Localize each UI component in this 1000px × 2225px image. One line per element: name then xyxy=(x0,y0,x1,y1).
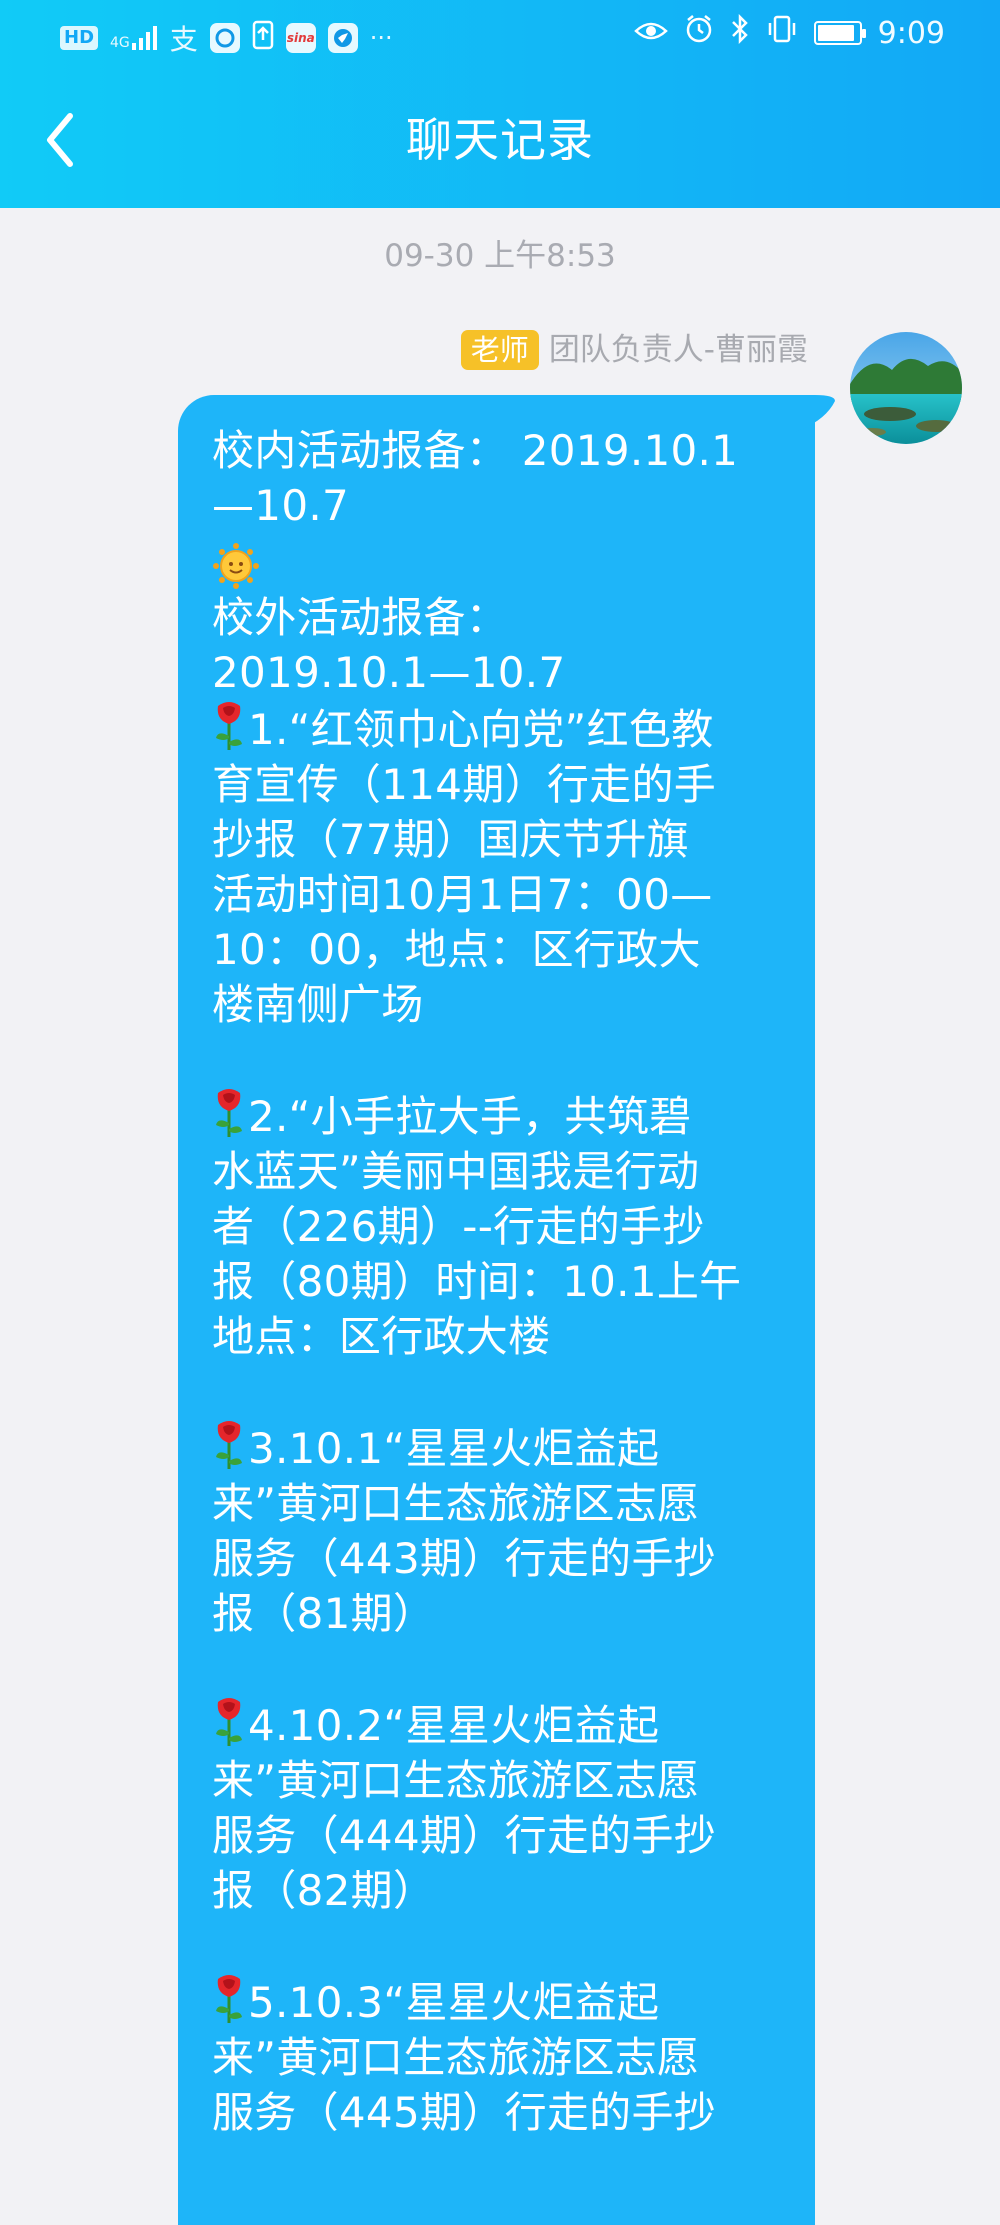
status-left-icons: HD 4G 支 sina ··· xyxy=(60,18,393,58)
message-line: 服务（445期）行走的手抄 xyxy=(212,2087,717,2137)
avatar-image xyxy=(850,332,962,444)
vibrate-icon xyxy=(766,14,798,52)
message-line: 报（81期） xyxy=(212,1588,436,1638)
message-line: 2.“小手拉大手，共筑碧 xyxy=(212,1087,787,1144)
upload-icon xyxy=(252,20,274,56)
message-timestamp: 09-30 上午8:53 xyxy=(384,238,616,274)
battery-icon xyxy=(813,21,866,45)
message-line: 3.10.1“星星火炬益起 xyxy=(212,1419,787,1476)
message-line: 来”黄河口生态旅游区志愿 xyxy=(212,1478,700,1528)
message-line: 水蓝天”美丽中国我是行动 xyxy=(212,1146,700,1196)
message-line: 10：00，地点：区行政大 xyxy=(212,924,701,974)
rose-emoji-icon xyxy=(216,1697,242,1746)
sun-emoji-icon xyxy=(212,533,787,590)
signal-bars-icon xyxy=(131,26,157,50)
message-line: 校外活动报备： xyxy=(212,592,509,642)
app-icon xyxy=(327,23,358,53)
message-line: 楼南侧广场 xyxy=(212,979,424,1029)
status-right-icons: 9:09 xyxy=(633,13,945,52)
message-item-1: 1.“红领巾心向党”红色教 育宣传（114期）行走的手 抄报（77期）国庆节升旗 活动… xyxy=(212,700,787,1032)
network-type-label: 4G xyxy=(110,35,130,51)
message-line: 来”黄河口生态旅游区志愿 xyxy=(212,2032,700,2082)
rose-emoji-icon xyxy=(216,1420,242,1469)
message-bubble[interactable]: 校内活动报备： 2019.10.1 —10.7 校外活动报备： 2019.10.… xyxy=(178,395,815,2225)
message-item-5: 5.10.3“星星火炬益起 来”黄河口生态旅游区志愿 服务（445期）行走的手抄 xyxy=(212,1973,787,2140)
message-line: 2019.10.1—10.7 xyxy=(212,647,566,697)
message-line: 报（82期） xyxy=(212,1865,436,1915)
sender-info: 老师 团队负责人-曹丽霞 xyxy=(460,330,808,370)
message-item-4: 4.10.2“星星火炬益起 来”黄河口生态旅游区志愿 服务（444期）行走的手抄 报（… xyxy=(212,1696,787,1918)
signal-4g-icon: 4G xyxy=(110,26,158,50)
message-line: 活动时间10月1日7：00— xyxy=(212,869,713,919)
hd-icon: HD xyxy=(60,26,99,50)
rose-emoji-icon xyxy=(216,1088,242,1137)
qq-browser-icon xyxy=(209,23,240,53)
message-line: 抄报（77期）国庆节升旗 xyxy=(212,814,690,864)
avatar[interactable] xyxy=(850,332,962,444)
alarm-icon xyxy=(684,14,714,52)
alipay-icon: 支 xyxy=(169,23,198,56)
message-line: 者（226期）--行走的手抄 xyxy=(212,1201,705,1251)
message-line: 来”黄河口生态旅游区志愿 xyxy=(212,1755,700,1805)
message-item-3: 3.10.1“星星火炬益起 来”黄河口生态旅游区志愿 服务（443期）行走的手抄 报（… xyxy=(212,1419,787,1641)
message-items: 1.“红领巾心向党”红色教 育宣传（114期）行走的手 抄报（77期）国庆节升旗 活动… xyxy=(212,700,787,2140)
rose-emoji-icon xyxy=(216,1974,242,2023)
eye-icon xyxy=(633,16,668,51)
sun-emoji-icon xyxy=(213,542,259,589)
more-dots-icon: ··· xyxy=(369,24,393,52)
message-line: 报（80期）时间：10.1上午 xyxy=(212,1256,742,1306)
sina-weibo-icon: sina xyxy=(285,23,316,53)
sender-name[interactable]: 团队负责人-曹丽霞 xyxy=(549,330,808,370)
message-line: 地点：区行政大楼 xyxy=(212,1311,551,1361)
app-header: HD 4G 支 sina ··· 9:09 聊天记录 xyxy=(0,0,1000,208)
message-line: —10.7 xyxy=(212,481,350,530)
bubble-tail xyxy=(790,395,835,435)
role-badge: 老师 xyxy=(460,330,539,370)
status-bar: HD 4G 支 sina ··· 9:09 xyxy=(0,0,1000,70)
message-line: 校内活动报备： 2019.10.1 xyxy=(212,426,739,475)
message-line: 服务（444期）行走的手抄 xyxy=(212,1810,717,1860)
message-line: 育宣传（114期）行走的手 xyxy=(212,759,717,809)
rose-emoji-icon xyxy=(216,701,242,750)
status-time: 9:09 xyxy=(877,15,945,51)
message-line: 4.10.2“星星火炬益起 xyxy=(212,1696,787,1753)
page-title: 聊天记录 xyxy=(406,113,594,167)
bluetooth-icon xyxy=(730,13,750,52)
message-line: 5.10.3“星星火炬益起 xyxy=(212,1973,787,2030)
battery-level-fill xyxy=(817,25,854,41)
message-line: 服务（443期）行走的手抄 xyxy=(212,1533,717,1583)
message-item-2: 2.“小手拉大手，共筑碧 水蓝天”美丽中国我是行动 者（226期）--行走的手抄 报（… xyxy=(212,1087,787,1364)
message-line: 1.“红领巾心向党”红色教 xyxy=(212,700,787,757)
